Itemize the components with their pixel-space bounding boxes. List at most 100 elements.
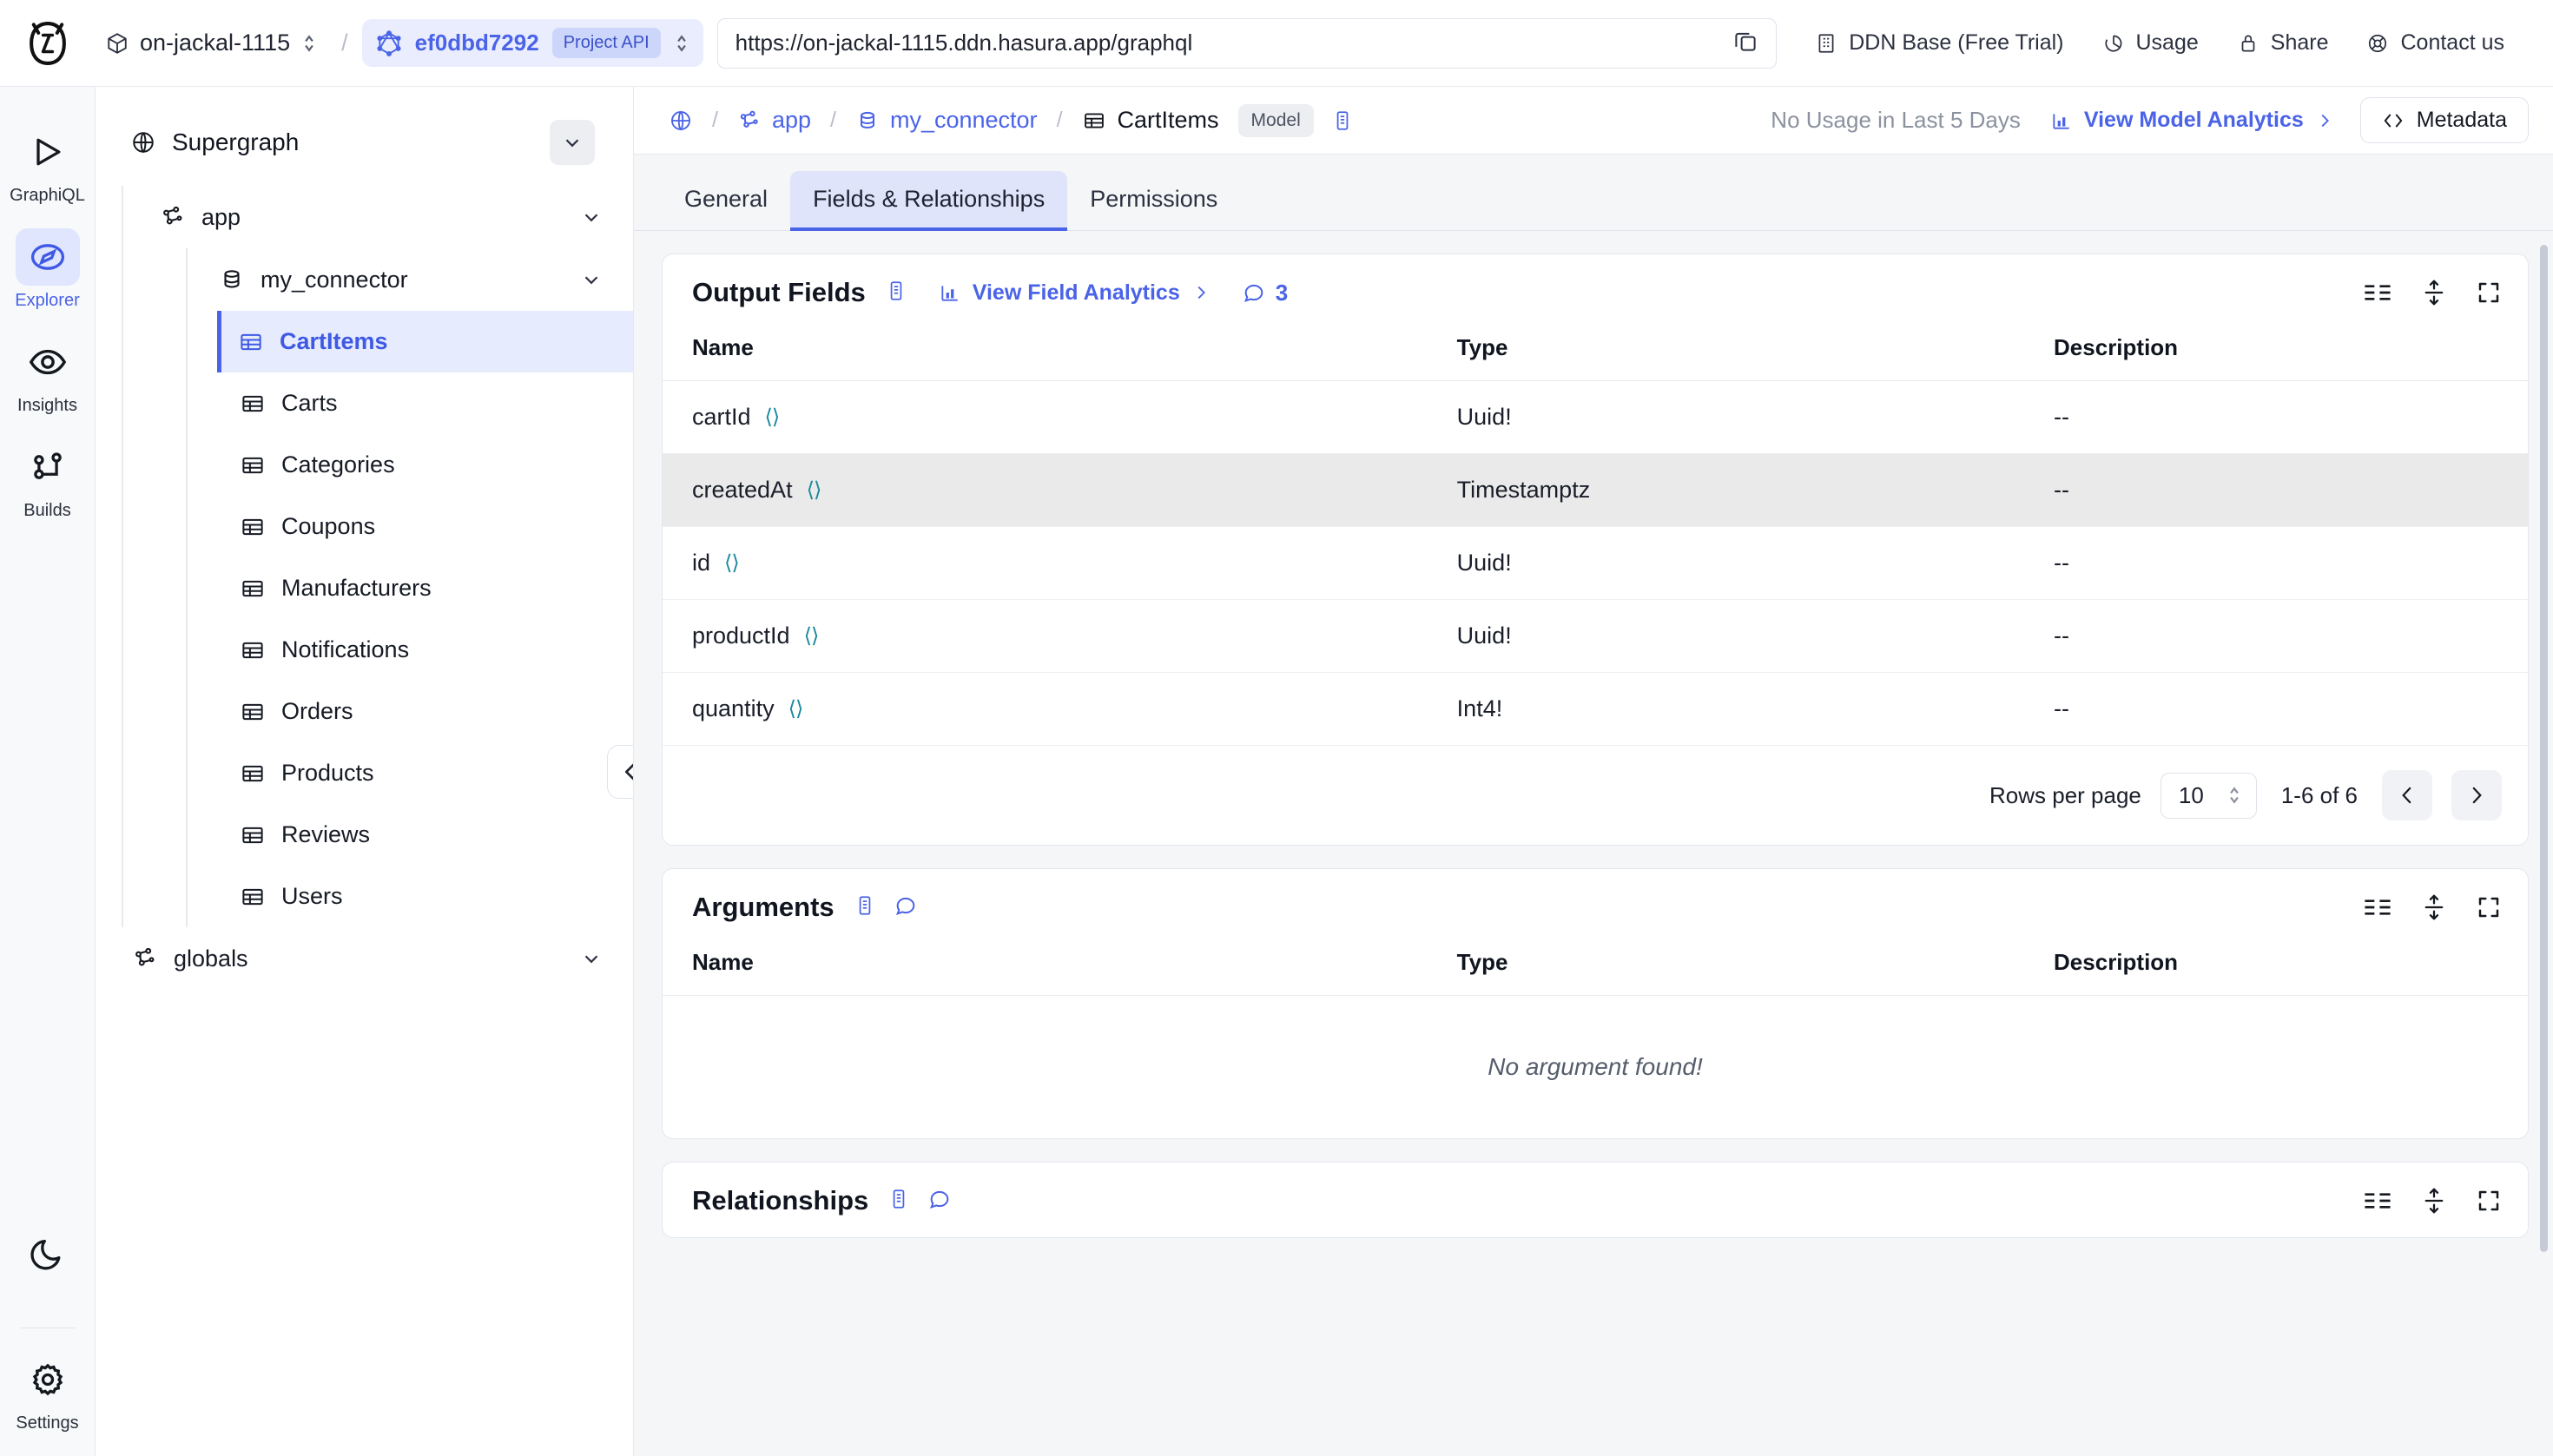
tree-model-categories[interactable]: Categories: [219, 434, 633, 496]
pagination-next-button[interactable]: [2451, 770, 2502, 820]
doc-icon[interactable]: [1331, 109, 1354, 133]
comment-icon[interactable]: [927, 1187, 952, 1216]
rail-item-explorer[interactable]: Explorer: [0, 228, 95, 311]
tree-node-connector-toggle[interactable]: [569, 257, 614, 302]
rail-label-insights: Insights: [17, 396, 77, 415]
tree-node-app-toggle[interactable]: [569, 194, 614, 240]
rows-per-page-select[interactable]: 10: [2160, 772, 2257, 819]
tree-model-carts[interactable]: Carts: [219, 372, 633, 434]
project-selector[interactable]: on-jackal-1115: [96, 23, 327, 63]
view-field-analytics-link[interactable]: View Field Analytics: [939, 280, 1211, 306]
relationships-header: Relationships: [663, 1163, 2528, 1237]
theme-toggle-button[interactable]: [0, 1225, 95, 1282]
tree-model-reviews[interactable]: Reviews: [219, 804, 633, 866]
field-code-icon[interactable]: ⟨⟩: [724, 550, 740, 576]
table-row[interactable]: productId ⟨⟩ Uuid! --: [663, 599, 2528, 673]
rail-item-settings[interactable]: Settings: [0, 1351, 95, 1433]
hasura-logo[interactable]: [0, 20, 96, 67]
table-row[interactable]: quantity ⟨⟩ Int4! --: [663, 672, 2528, 746]
share-button[interactable]: Share: [2218, 22, 2348, 64]
field-name-cell: quantity ⟨⟩: [663, 672, 1428, 746]
tab-permissions[interactable]: Permissions: [1067, 171, 1240, 231]
rail-item-graphiql[interactable]: GraphiQL: [0, 123, 95, 206]
database-icon: [860, 111, 874, 128]
content-scrollbar[interactable]: [2540, 245, 2548, 1252]
ddn-plan-button[interactable]: DDN Base (Free Trial): [1796, 22, 2082, 64]
field-code-icon[interactable]: ⟨⟩: [788, 696, 804, 721]
chevrons-left-icon: [625, 763, 633, 780]
tree-root-toggle[interactable]: [550, 120, 595, 165]
doc-icon[interactable]: [887, 1187, 910, 1216]
model-tabs: General Fields & Relationships Permissio…: [634, 155, 2553, 231]
tree-model-orders[interactable]: Orders: [219, 681, 633, 742]
comment-icon[interactable]: [894, 893, 918, 922]
field-name-cell: productId ⟨⟩: [663, 599, 1428, 673]
column-settings-icon[interactable]: [2363, 896, 2392, 919]
rail-item-insights[interactable]: Insights: [0, 333, 95, 416]
tree-node-app[interactable]: app: [160, 186, 633, 248]
table-row[interactable]: createdAt ⟨⟩ Timestamptz --: [663, 453, 2528, 527]
arguments-header: Arguments: [663, 869, 2528, 944]
endpoint-url-text: https://on-jackal-1115.ddn.hasura.app/gr…: [735, 30, 1193, 56]
column-settings-icon[interactable]: [2363, 1189, 2392, 1212]
api-selector[interactable]: ef0dbd7292 Project API: [361, 19, 703, 67]
fullscreen-icon[interactable]: [2476, 280, 2502, 306]
column-settings-icon[interactable]: [2363, 281, 2392, 304]
sidebar-collapse-button[interactable]: [607, 744, 633, 799]
pagination-prev-button[interactable]: [2382, 770, 2432, 820]
table-row[interactable]: cartId ⟨⟩ Uuid! --: [663, 380, 2528, 454]
fullscreen-icon[interactable]: [2476, 1188, 2502, 1214]
doc-icon[interactable]: [854, 893, 876, 922]
comment-count-button[interactable]: 3: [1242, 280, 1288, 306]
tree-model-users[interactable]: Users: [219, 866, 633, 927]
table-row[interactable]: id ⟨⟩ Uuid! --: [663, 526, 2528, 600]
relationships-card-actions: [2363, 1188, 2502, 1214]
tab-general[interactable]: General: [662, 171, 790, 231]
field-code-icon[interactable]: ⟨⟩: [765, 405, 781, 430]
contact-us-button[interactable]: Contact us: [2347, 22, 2523, 64]
rail-item-builds[interactable]: Builds: [0, 438, 95, 521]
breadcrumb-sep: /: [1056, 108, 1063, 132]
tree-model-label: Products: [281, 760, 374, 786]
field-name-cell: id ⟨⟩: [663, 526, 1428, 600]
tree-model-notifications[interactable]: Notifications: [219, 619, 633, 681]
fullscreen-icon[interactable]: [2476, 894, 2502, 920]
copy-icon[interactable]: [1732, 28, 1758, 58]
breadcrumb-connector[interactable]: my_connector: [848, 102, 1045, 138]
field-code-icon[interactable]: ⟨⟩: [807, 478, 822, 503]
field-name: createdAt: [692, 477, 793, 503]
tree-model-label: Categories: [281, 451, 395, 478]
arguments-header-icons: [854, 893, 918, 922]
arguments-empty-row: No argument found!: [663, 996, 2528, 1139]
expand-rows-icon[interactable]: [2422, 894, 2446, 920]
metadata-button[interactable]: Metadata: [2359, 97, 2529, 143]
pagination-range: 1-6 of 6: [2280, 781, 2358, 808]
tree-model-coupons[interactable]: Coupons: [219, 496, 633, 557]
output-fields-header-icons: View Field Analytics 3: [885, 279, 1288, 307]
tree-node-globals[interactable]: globals: [122, 927, 633, 990]
breadcrumb-app[interactable]: app: [730, 102, 818, 138]
usage-button[interactable]: Usage: [2083, 22, 2218, 64]
table-icon: [242, 457, 263, 473]
endpoint-url-field[interactable]: https://on-jackal-1115.ddn.hasura.app/gr…: [716, 17, 1778, 69]
expand-rows-icon[interactable]: [2422, 280, 2446, 306]
tree-node-globals-toggle[interactable]: [569, 936, 614, 981]
breadcrumb-supergraph[interactable]: [662, 104, 700, 137]
breadcrumb-separator: /: [341, 30, 348, 56]
field-type-cell: Uuid!: [1427, 599, 2025, 673]
tree-root-supergraph[interactable]: Supergraph: [106, 111, 617, 174]
field-code-icon[interactable]: ⟨⟩: [804, 623, 820, 649]
tab-fields-relationships[interactable]: Fields & Relationships: [790, 171, 1068, 231]
tree-model-manufacturers[interactable]: Manufacturers: [219, 557, 633, 619]
tree-model-products[interactable]: Products: [219, 742, 633, 804]
doc-icon[interactable]: [885, 279, 907, 307]
tree-model-cartitems[interactable]: CartItems: [217, 311, 633, 372]
col-header-description: Description: [2024, 329, 2528, 381]
expand-rows-icon[interactable]: [2422, 1188, 2446, 1214]
api-id-label: ef0dbd7292: [414, 30, 539, 56]
tree-node-my-connector[interactable]: my_connector: [219, 248, 633, 311]
database-icon: [224, 270, 240, 288]
field-type-cell: Int4!: [1427, 672, 2025, 746]
output-fields-header: Output Fields View Field Analytics 3: [663, 254, 2528, 329]
view-model-analytics-link[interactable]: View Model Analytics: [2050, 108, 2334, 133]
